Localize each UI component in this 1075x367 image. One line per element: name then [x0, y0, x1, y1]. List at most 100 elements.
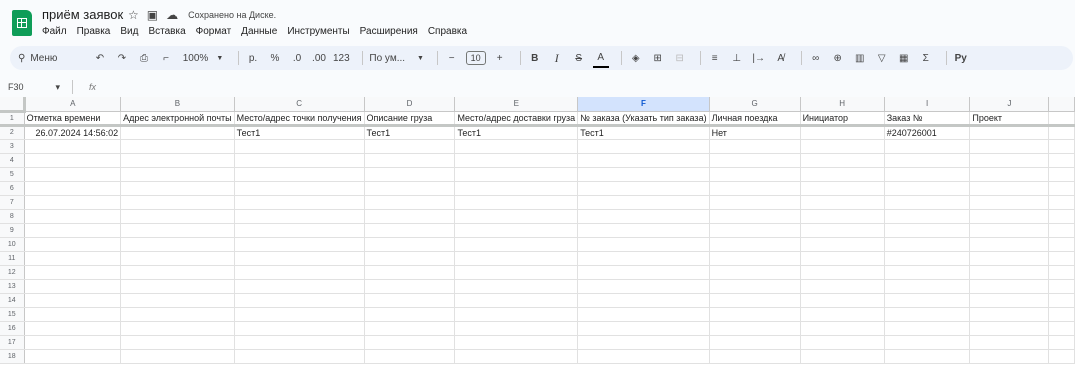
cell-b5[interactable]	[120, 167, 235, 182]
cell-f6[interactable]	[577, 181, 710, 196]
cell-a5[interactable]	[24, 167, 122, 182]
cell-h14[interactable]	[800, 293, 885, 308]
cell-e14[interactable]	[454, 293, 579, 308]
menu-extensions[interactable]: Расширения	[360, 26, 418, 37]
cell-a15[interactable]	[24, 307, 122, 322]
row-header[interactable]: 15	[0, 307, 25, 322]
percent-format-button[interactable]: %	[267, 48, 283, 68]
cell-g8[interactable]	[709, 209, 801, 224]
cell-g4[interactable]	[709, 153, 801, 168]
cell-j5[interactable]	[969, 167, 1050, 182]
cell-c8[interactable]	[234, 209, 365, 224]
cell-f2[interactable]: Тест1	[577, 125, 710, 140]
star-icon[interactable]: ☆	[128, 8, 139, 22]
cell-b8[interactable]	[120, 209, 235, 224]
cell-j13[interactable]	[969, 279, 1050, 294]
increase-decimals-button[interactable]: .00	[311, 48, 327, 68]
filter-views-icon[interactable]: ▦	[896, 48, 912, 68]
column-header-h[interactable]: H	[800, 97, 885, 112]
cell-d9[interactable]	[364, 223, 456, 238]
row-header[interactable]: 5	[0, 167, 25, 182]
cell-f4[interactable]	[577, 153, 710, 168]
row-header[interactable]: 10	[0, 237, 25, 252]
cell-b1[interactable]: Адрес электронной почты	[120, 111, 235, 127]
cell-j6[interactable]	[969, 181, 1050, 196]
cell-h6[interactable]	[800, 181, 885, 196]
cell-i11[interactable]	[884, 251, 971, 266]
cell-f13[interactable]	[577, 279, 710, 294]
menu-insert[interactable]: Вставка	[148, 26, 185, 37]
column-header-e[interactable]: E	[454, 97, 579, 112]
cell-i13[interactable]	[884, 279, 971, 294]
cell-c2[interactable]: Тест1	[234, 125, 365, 140]
cell-e12[interactable]	[454, 265, 579, 280]
merge-cells-icon[interactable]: ⊟	[672, 48, 688, 68]
cell-g15[interactable]	[709, 307, 801, 322]
row-header[interactable]: 4	[0, 153, 25, 168]
column-header-d[interactable]: D	[364, 97, 456, 112]
cell-e15[interactable]	[454, 307, 579, 322]
cell-i14[interactable]	[884, 293, 971, 308]
name-box[interactable]: F30 ▾	[0, 82, 66, 93]
font-size-input[interactable]: 10	[465, 51, 486, 65]
cell-j10[interactable]	[969, 237, 1050, 252]
menu-file[interactable]: Файл	[42, 26, 67, 37]
cell-a8[interactable]	[24, 209, 122, 224]
cell-d5[interactable]	[364, 167, 456, 182]
cell-e5[interactable]	[454, 167, 579, 182]
menu-edit[interactable]: Правка	[77, 26, 111, 37]
cell-c12[interactable]	[234, 265, 365, 280]
increase-font-size-button[interactable]: +	[492, 48, 508, 68]
cell-i16[interactable]	[884, 321, 971, 336]
cell-b14[interactable]	[120, 293, 235, 308]
cell-h1[interactable]: Инициатор	[800, 111, 885, 127]
text-rotation-icon[interactable]: A̸	[773, 48, 789, 68]
fill-color-icon[interactable]: ◈	[628, 48, 644, 68]
cell-g17[interactable]	[709, 335, 801, 350]
cell-i3[interactable]	[884, 139, 971, 154]
cell-d15[interactable]	[364, 307, 456, 322]
cell-c14[interactable]	[234, 293, 365, 308]
menu-help[interactable]: Справка	[428, 26, 467, 37]
cell-b9[interactable]	[120, 223, 235, 238]
cell-c9[interactable]	[234, 223, 365, 238]
row-header[interactable]: 11	[0, 251, 25, 266]
cell-e3[interactable]	[454, 139, 579, 154]
cell-d13[interactable]	[364, 279, 456, 294]
cell-h18[interactable]	[800, 349, 885, 364]
cell-g11[interactable]	[709, 251, 801, 266]
insert-chart-icon[interactable]: ▥	[852, 48, 868, 68]
cell-a7[interactable]	[24, 195, 122, 210]
column-header-f[interactable]: F	[577, 97, 710, 112]
cell-g6[interactable]	[709, 181, 801, 196]
cell-j18[interactable]	[969, 349, 1050, 364]
cell-d11[interactable]	[364, 251, 456, 266]
cell-a18[interactable]	[24, 349, 122, 364]
cell-f16[interactable]	[577, 321, 710, 336]
menu-tools[interactable]: Инструменты	[287, 26, 349, 37]
cell-f1[interactable]: № заказа (Указать тип заказа)	[577, 111, 710, 127]
cell-c6[interactable]	[234, 181, 365, 196]
cell-j11[interactable]	[969, 251, 1050, 266]
vertical-align-icon[interactable]: ⊥	[729, 48, 745, 68]
cell-b17[interactable]	[120, 335, 235, 350]
cell-d10[interactable]	[364, 237, 456, 252]
cell-d17[interactable]	[364, 335, 456, 350]
column-header-b[interactable]: B	[120, 97, 235, 112]
cell-h5[interactable]	[800, 167, 885, 182]
cell-h3[interactable]	[800, 139, 885, 154]
cell-j16[interactable]	[969, 321, 1050, 336]
cell-f15[interactable]	[577, 307, 710, 322]
cell-h10[interactable]	[800, 237, 885, 252]
cell-g3[interactable]	[709, 139, 801, 154]
cell-i6[interactable]	[884, 181, 971, 196]
cell-c17[interactable]	[234, 335, 365, 350]
cell-g1[interactable]: Личная поездка	[709, 111, 801, 127]
cell-f17[interactable]	[577, 335, 710, 350]
print-icon[interactable]: ⎙	[136, 48, 152, 68]
text-wrapping-icon[interactable]: |→	[751, 48, 767, 68]
cell-e18[interactable]	[454, 349, 579, 364]
cell-j2[interactable]	[969, 125, 1050, 140]
cell-i9[interactable]	[884, 223, 971, 238]
cell-f12[interactable]	[577, 265, 710, 280]
